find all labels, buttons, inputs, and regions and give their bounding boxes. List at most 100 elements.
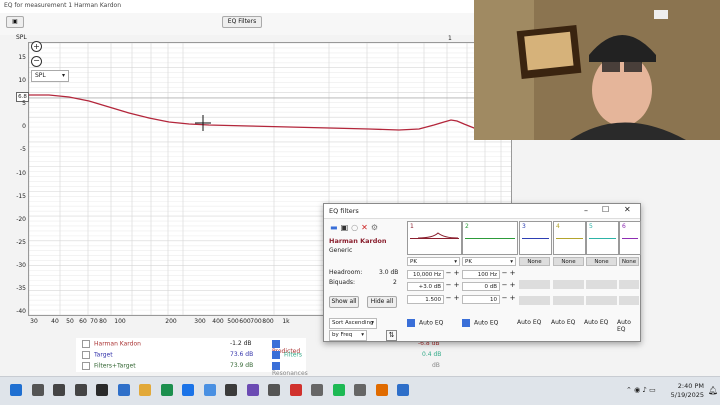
decrement-button[interactable]: −	[501, 269, 508, 277]
legend-checkbox[interactable]	[82, 340, 90, 348]
legend-value: 73.6 dB	[230, 351, 254, 358]
legend-name: Harman Kardon	[94, 340, 141, 348]
clock-date[interactable]: 5/19/2025	[668, 391, 704, 399]
auto-eq-label[interactable]: Auto EQ	[617, 319, 640, 333]
auto-eq-checkbox[interactable]: Auto EQ	[462, 319, 498, 327]
disabled-field	[619, 280, 639, 289]
close-icon[interactable]: ✕	[624, 205, 631, 214]
tray-icons[interactable]: ⌃ ◉ ♪ ▭	[626, 386, 656, 394]
sort-dropdown[interactable]: Sort Ascending ▾	[329, 318, 377, 329]
filter-type-none[interactable]: None	[586, 257, 617, 266]
auto-eq-label[interactable]: Auto EQ	[517, 319, 541, 326]
decrement-button[interactable]: −	[501, 294, 508, 302]
decrement-button[interactable]: −	[445, 294, 452, 302]
chrome-icon[interactable]	[96, 384, 108, 396]
filter-slot-2[interactable]: 2	[462, 221, 518, 255]
photos-icon[interactable]	[203, 384, 216, 396]
legend-checkbox[interactable]	[82, 362, 90, 370]
zoom-out-icon[interactable]: −	[31, 56, 42, 67]
delete-icon: ✕	[361, 223, 371, 232]
webcam-overlay	[474, 0, 720, 140]
settings-icon: ⚙	[370, 223, 381, 232]
legend-checkbox[interactable]	[272, 351, 280, 359]
zoom-in-icon[interactable]: +	[31, 41, 42, 52]
minimize-icon[interactable]: –	[584, 206, 588, 215]
legend-checkbox[interactable]	[272, 362, 280, 370]
increment-button[interactable]: +	[453, 294, 460, 302]
edge-icon[interactable]	[182, 384, 194, 396]
filter-slot-4[interactable]: 4	[553, 221, 586, 255]
eq-action-icons[interactable]: ▬▣○✕⚙	[330, 223, 381, 232]
auto-eq-label[interactable]: Auto EQ	[584, 319, 608, 326]
rew-icon[interactable]	[225, 384, 237, 396]
increment-button[interactable]: +	[509, 281, 516, 289]
notification-bell-icon[interactable]: 🔔︎	[708, 386, 718, 395]
filter-type-none[interactable]: None	[519, 257, 550, 266]
screenshot-button[interactable]: ▣	[6, 16, 24, 28]
app-icon[interactable]	[354, 384, 366, 396]
eq-window-title: EQ filters	[329, 207, 359, 215]
eq-window-title-bar: EQ filters – ☐ ✕	[324, 204, 640, 219]
search-icon[interactable]	[31, 384, 44, 396]
spl-dropdown[interactable]: SPL ▾	[31, 70, 69, 82]
sort-by-dropdown[interactable]: by Freq ▾	[329, 330, 367, 341]
decrement-button[interactable]: −	[445, 281, 452, 289]
explorer-icon[interactable]	[74, 384, 87, 396]
legend-checkbox[interactable]	[82, 351, 90, 359]
filter-gain-field[interactable]: 0 dB	[462, 282, 500, 291]
filter-slot-1[interactable]: 1	[407, 221, 462, 255]
x-tick-label: 300	[194, 318, 206, 325]
sort-toggle-icon[interactable]: ⇅	[386, 330, 397, 341]
filter-type-none[interactable]: None	[553, 257, 584, 266]
auto-eq-checkbox[interactable]: Auto EQ	[407, 319, 443, 327]
disabled-field	[553, 296, 584, 305]
filter-freq-field[interactable]: 10,000 Hz	[407, 270, 444, 279]
app-icon[interactable]	[397, 384, 409, 396]
show-all-button[interactable]: Show all	[329, 296, 359, 308]
filter-type-none[interactable]: None	[619, 257, 639, 266]
folder-icon[interactable]	[139, 384, 151, 396]
decrement-button[interactable]: −	[501, 281, 508, 289]
eq-filters-button[interactable]: EQ Filters	[222, 16, 262, 28]
increment-button[interactable]: +	[453, 269, 460, 277]
vlc-icon[interactable]	[375, 384, 388, 396]
filter-marker-label: 1	[448, 35, 452, 42]
auto-eq-label[interactable]: Auto EQ	[551, 319, 575, 326]
defender-icon[interactable]	[117, 384, 130, 396]
disabled-field	[586, 280, 617, 289]
y-tick-label: -40	[16, 308, 26, 316]
filter-type-dropdown[interactable]: PK ▾	[407, 257, 460, 266]
app-icon[interactable]	[311, 384, 323, 396]
task-view-icon[interactable]	[53, 384, 65, 396]
legend-name: Filters+Target	[94, 362, 136, 370]
increment-button[interactable]: +	[509, 269, 516, 277]
x-tick-label: 800	[262, 318, 274, 325]
app-icon[interactable]	[246, 384, 259, 396]
clock-time[interactable]: 2:40 PM	[668, 382, 704, 390]
windows-start-icon[interactable]	[10, 384, 22, 396]
increment-button[interactable]: +	[453, 281, 460, 289]
store-icon[interactable]	[160, 384, 173, 396]
filter-slot-5[interactable]: 5	[586, 221, 619, 255]
filter-type-dropdown[interactable]: PK ▾	[462, 257, 516, 266]
measurement-name: Harman Kardon	[329, 237, 387, 245]
y-tick-label: -35	[16, 285, 26, 292]
filter-slot-3[interactable]: 3	[519, 221, 552, 255]
legend-value: dB	[432, 362, 440, 369]
filter-gain-field[interactable]: +3.0 dB	[407, 282, 444, 291]
app-icon[interactable]	[268, 384, 280, 396]
legend-checkbox[interactable]	[272, 340, 280, 348]
spotify-icon[interactable]	[332, 384, 345, 396]
filter-freq-field[interactable]: 100 Hz	[462, 270, 500, 279]
decrement-button[interactable]: −	[445, 269, 452, 277]
webcam-image	[474, 0, 720, 140]
filter-q-field[interactable]: 1.500	[407, 295, 444, 304]
filter-slot-6[interactable]: 6	[619, 221, 641, 255]
acrobat-icon[interactable]	[289, 384, 302, 396]
chevron-down-icon: ▾	[454, 259, 457, 265]
maximize-icon[interactable]: ☐	[602, 205, 609, 214]
filter-q-field[interactable]: 10	[462, 295, 500, 304]
increment-button[interactable]: +	[509, 294, 516, 302]
eq-filters-window[interactable]: EQ filters – ☐ ✕ ▬▣○✕⚙ Harman Kardon Gen…	[323, 203, 641, 342]
hide-all-button[interactable]: Hide all	[367, 296, 397, 308]
